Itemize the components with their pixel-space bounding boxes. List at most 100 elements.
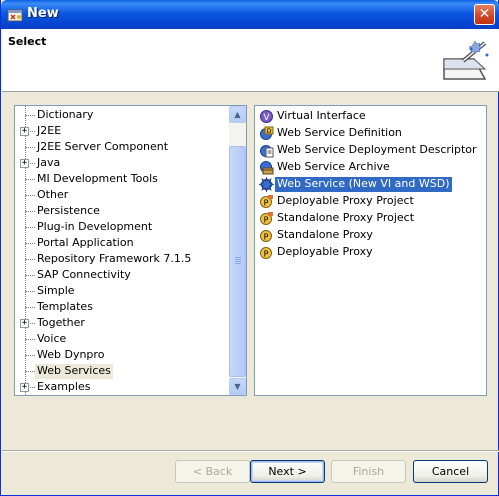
tree-item-label: Voice (37, 332, 67, 345)
tree-item-label: Web Dynpro (37, 348, 105, 361)
wizard-header: Select (2, 29, 499, 92)
list-item-standalone-proxy-project[interactable]: P Standalone Proxy Project (257, 210, 485, 227)
scroll-down-button[interactable]: ▼ (229, 378, 246, 395)
svg-text:P: P (264, 216, 269, 225)
web-service-wizard-icon (259, 177, 274, 192)
tree-item-label: Plug-in Development (37, 220, 153, 233)
expand-icon[interactable]: + (20, 383, 29, 392)
tree-item-web-services[interactable]: Web Services (15, 363, 230, 379)
list-item-virtual-interface[interactable]: V Virtual Interface (257, 108, 485, 125)
list-item-label: Standalone Proxy (277, 228, 373, 241)
thumb-grip (235, 263, 241, 264)
list-item-web-service-definition[interactable]: D Web Service Definition (257, 125, 485, 142)
next-button[interactable]: Next > (250, 460, 325, 483)
thumb-grip (235, 261, 241, 262)
finish-button[interactable]: Finish (331, 460, 406, 483)
tree-connector (25, 195, 35, 196)
category-tree-panel[interactable]: Dictionary + J2EE J2EE Server Component … (14, 105, 247, 396)
proxy-project-icon: P (260, 195, 273, 208)
window-title: New (27, 6, 59, 21)
tree-item-repository-framework[interactable]: Repository Framework 7.1.5 (15, 251, 230, 267)
list-item-label: Deployable Proxy Project (277, 194, 414, 207)
list-item-web-service-deployment-descriptor[interactable]: Web Service Deployment Descriptor (257, 142, 485, 159)
svg-text:V: V (263, 113, 270, 123)
tree-item-java[interactable]: + Java (15, 155, 230, 171)
button-bar-separator (2, 450, 499, 452)
thumb-grip (235, 257, 241, 258)
arrow-down-icon: ▼ (234, 382, 241, 391)
scroll-thumb[interactable] (229, 146, 246, 377)
tree-item-label: Simple (37, 284, 75, 297)
tree-connector (25, 275, 35, 276)
title-bar[interactable]: New ✕ (1, 0, 499, 29)
cancel-button[interactable]: Cancel (413, 460, 488, 483)
scroll-up-button[interactable]: ▲ (229, 106, 246, 123)
tree-connector (25, 147, 35, 148)
list-item-standalone-proxy[interactable]: P Standalone Proxy (257, 227, 485, 244)
wizard-list-panel[interactable]: V Virtual Interface D Web Service Defini… (254, 105, 487, 396)
tree-connector (25, 355, 35, 356)
list-item-web-service-archive[interactable]: Web Service Archive (257, 159, 485, 176)
close-button[interactable]: ✕ (474, 4, 495, 25)
tree-item-examples[interactable]: + Examples (15, 379, 230, 395)
tree-item-j2ee-server-component[interactable]: J2EE Server Component (15, 139, 230, 155)
svg-text:P: P (264, 250, 269, 259)
tree-item-label: Repository Framework 7.1.5 (37, 252, 192, 265)
tree-item-label: Persistence (37, 204, 100, 217)
tree-item-voice[interactable]: Voice (15, 331, 230, 347)
tree-item-persistence[interactable]: Persistence (15, 203, 230, 219)
tree-item-j2ee[interactable]: + J2EE (15, 123, 230, 139)
expand-icon[interactable]: + (20, 319, 29, 328)
tree-item-web-dynpro[interactable]: Web Dynpro (15, 347, 230, 363)
tree-connector (25, 259, 35, 260)
new-wizard-dialog: New ✕ Select Dictionary + J2EE J2EE Serv… (0, 0, 499, 496)
tree-item-mi-development-tools[interactable]: MI Development Tools (15, 171, 230, 187)
tree-connector (25, 307, 35, 308)
expand-icon[interactable]: + (20, 127, 29, 136)
list-item-label: Web Service Archive (277, 160, 390, 173)
list-item-label: Web Service Deployment Descriptor (277, 143, 477, 156)
vertical-scrollbar[interactable]: ▲ ▼ (229, 106, 246, 395)
web-service-definition-icon: D (260, 126, 274, 140)
proxy-project-icon: P (260, 212, 273, 225)
tree-item-label: Templates (37, 300, 93, 313)
tree-connector (25, 179, 35, 180)
tree-item-portal-application[interactable]: Portal Application (15, 235, 230, 251)
expand-icon[interactable]: + (20, 159, 29, 168)
tree-item-label: SAP Connectivity (37, 268, 131, 281)
svg-text:P: P (264, 233, 269, 242)
page-title: Select (8, 35, 47, 48)
tree-item-label: Portal Application (37, 236, 134, 249)
tree-item-label: Together (37, 316, 85, 329)
tree-item-dictionary[interactable]: Dictionary (15, 107, 230, 123)
tree-item-other[interactable]: Other (15, 187, 230, 203)
tree-item-plugin-development[interactable]: Plug-in Development (15, 219, 230, 235)
list-item-label: Web Service (New VI and WSD) (274, 176, 453, 193)
tree-item-label: J2EE Server Component (37, 140, 169, 153)
tree-item-simple[interactable]: Simple (15, 283, 230, 299)
tree-item-label: J2EE (37, 124, 62, 137)
list-item-web-service-new-vi-wsd[interactable]: Web Service (New VI and WSD) (257, 176, 485, 193)
tree-connector (25, 291, 35, 292)
category-tree[interactable]: Dictionary + J2EE J2EE Server Component … (15, 106, 230, 395)
tree-item-label: Java (37, 156, 61, 169)
tree-connector (25, 227, 35, 228)
tree-connector (25, 371, 35, 372)
list-item-label: Virtual Interface (277, 109, 366, 122)
tree-connector (25, 243, 35, 244)
archive-icon (260, 161, 274, 175)
list-item-deployable-proxy[interactable]: P Deployable Proxy (257, 244, 485, 261)
tree-item-label: Examples (37, 380, 91, 393)
list-item-label: Web Service Definition (277, 126, 402, 139)
tree-item-templates[interactable]: Templates (15, 299, 230, 315)
tree-item-label: MI Development Tools (37, 172, 158, 185)
tree-item-label: Dictionary (37, 108, 94, 121)
back-button[interactable]: < Back (175, 460, 250, 483)
proxy-icon: P (260, 247, 272, 259)
tree-item-together[interactable]: + Together (15, 315, 230, 331)
thumb-grip (235, 259, 241, 260)
tree-item-sap-connectivity[interactable]: SAP Connectivity (15, 267, 230, 283)
list-item-deployable-proxy-project[interactable]: P Deployable Proxy Project (257, 193, 485, 210)
wizard-banner-icon (443, 40, 489, 80)
list-item-label: Deployable Proxy (277, 245, 373, 258)
